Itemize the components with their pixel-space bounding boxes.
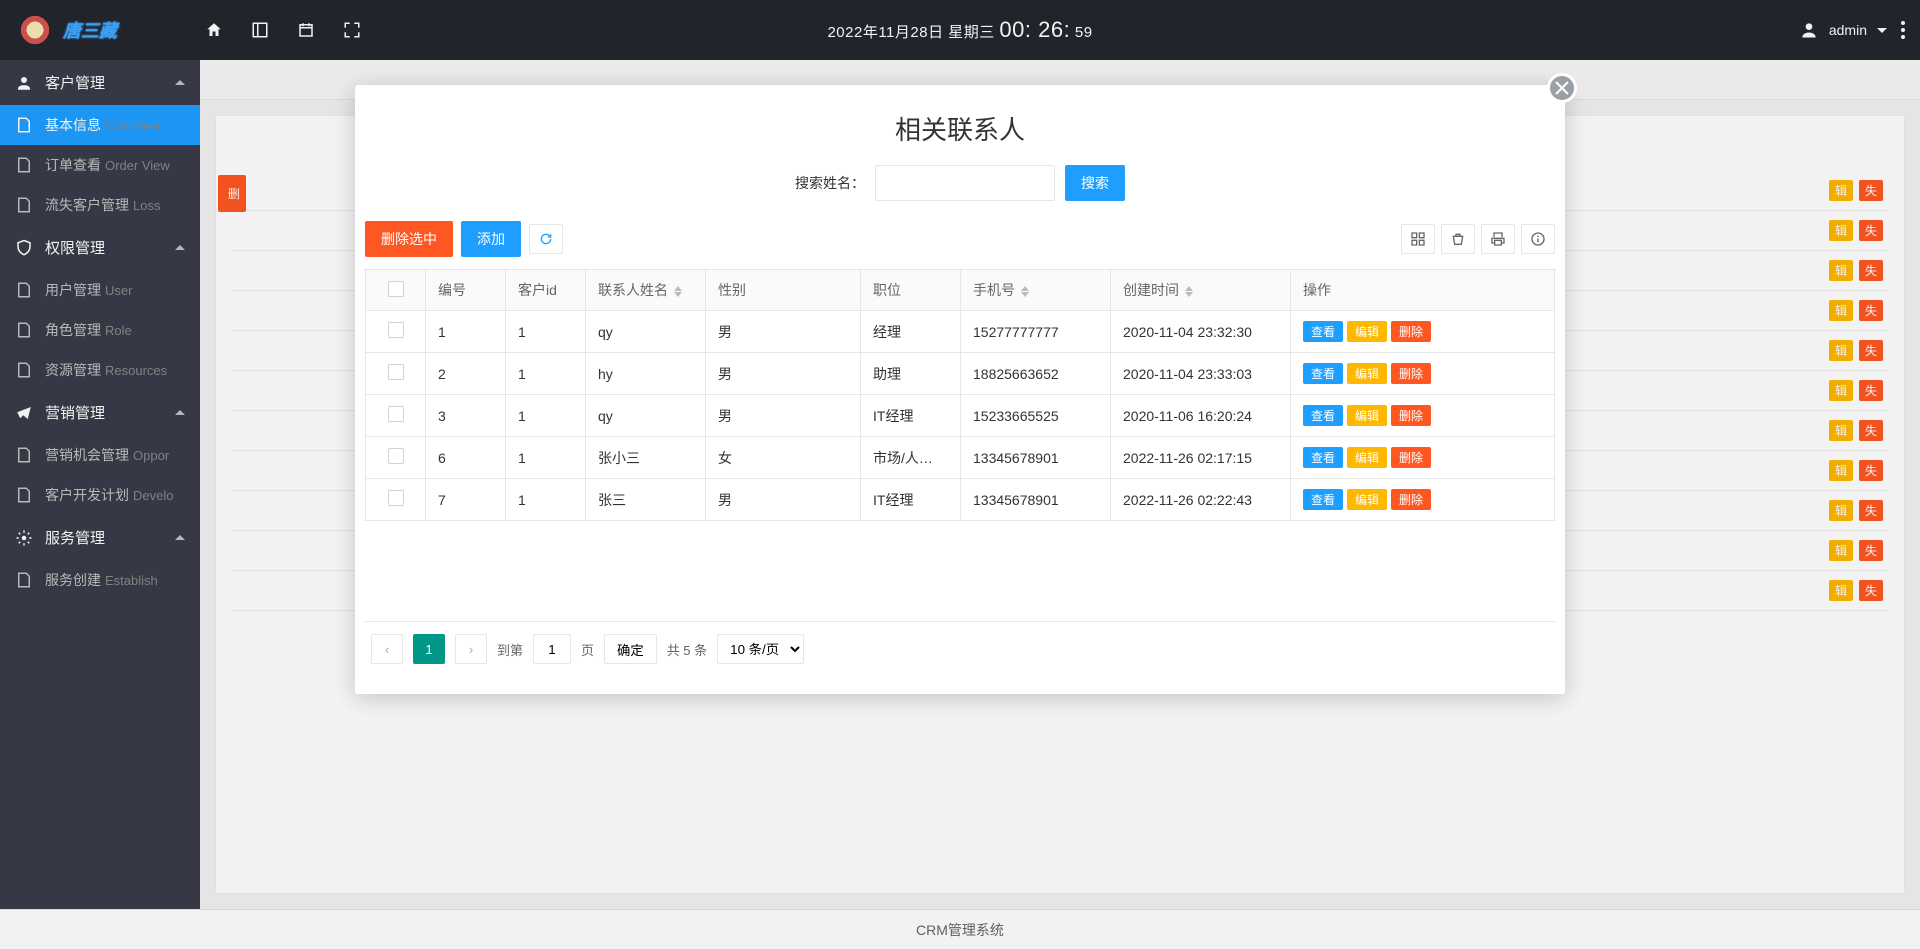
search-row: 搜索姓名： 搜索 <box>355 165 1565 201</box>
view-button[interactable]: 查看 <box>1303 363 1343 384</box>
prev-page-button[interactable]: ‹ <box>371 634 403 664</box>
edit-button[interactable]: 编辑 <box>1347 363 1387 384</box>
edit-button[interactable]: 编辑 <box>1347 405 1387 426</box>
delete-button[interactable]: 删除 <box>1391 489 1431 510</box>
col-创建时间[interactable]: 创建时间 <box>1111 270 1291 311</box>
row-checkbox[interactable] <box>388 322 404 338</box>
add-button[interactable]: 添加 <box>461 221 521 257</box>
search-button[interactable]: 搜索 <box>1065 165 1125 201</box>
table-row: 11qy男经理152777777772020-11-04 23:32:30查看编… <box>366 311 1555 353</box>
next-page-button[interactable]: › <box>455 634 487 664</box>
columns-icon <box>1410 231 1426 247</box>
delete-button[interactable]: 删除 <box>1391 363 1431 384</box>
refresh-button[interactable] <box>529 224 563 254</box>
col-编号: 编号 <box>426 270 506 311</box>
view-button[interactable]: 查看 <box>1303 321 1343 342</box>
page-input[interactable] <box>533 634 571 664</box>
search-label: 搜索姓名： <box>795 173 865 193</box>
info-icon <box>1530 231 1546 247</box>
row-checkbox[interactable] <box>388 364 404 380</box>
page-1-button[interactable]: 1 <box>413 634 445 664</box>
col-性别: 性别 <box>706 270 861 311</box>
print-button[interactable] <box>1481 224 1515 254</box>
table-row: 31qy男IT经理152336655252020-11-06 16:20:24查… <box>366 395 1555 437</box>
modal-title: 相关联系人 <box>355 85 1565 165</box>
view-button[interactable]: 查看 <box>1303 405 1343 426</box>
col-联系人姓名[interactable]: 联系人姓名 <box>586 270 706 311</box>
print-icon <box>1490 231 1506 247</box>
col-客户id: 客户id <box>506 270 586 311</box>
close-icon <box>1555 81 1569 95</box>
contacts-table: 编号客户id联系人姓名性别职位手机号创建时间操作 11qy男经理15277777… <box>365 269 1555 521</box>
table-row: 61张小三女市场/人…133456789012022-11-26 02:17:1… <box>366 437 1555 479</box>
select-all-checkbox[interactable] <box>388 281 404 297</box>
table-toolbar: 删除选中 添加 <box>355 221 1565 269</box>
refresh-icon <box>538 231 554 247</box>
edit-button[interactable]: 编辑 <box>1347 321 1387 342</box>
col-操作: 操作 <box>1291 270 1555 311</box>
sort-icon <box>1185 286 1193 297</box>
info-button[interactable] <box>1521 224 1555 254</box>
modal-close-button[interactable] <box>1547 73 1577 103</box>
total-label: 共 5 条 <box>667 640 707 659</box>
delete-button[interactable]: 删除 <box>1391 447 1431 468</box>
table-row: 21hy男助理188256636522020-11-04 23:33:03查看编… <box>366 353 1555 395</box>
page-confirm-button[interactable]: 确定 <box>604 634 657 664</box>
sort-icon <box>1021 286 1029 297</box>
delete-button[interactable]: 删除 <box>1391 405 1431 426</box>
contacts-modal: 相关联系人 搜索姓名： 搜索 删除选中 添加 编号客户id联系人姓名性别职位手机… <box>355 85 1565 694</box>
row-checkbox[interactable] <box>388 448 404 464</box>
delete-button[interactable]: 删除 <box>1391 321 1431 342</box>
col-职位: 职位 <box>861 270 961 311</box>
sort-icon <box>674 286 682 297</box>
export-icon <box>1450 231 1466 247</box>
table-row: 71张三男IT经理133456789012022-11-26 02:22:43查… <box>366 479 1555 521</box>
row-checkbox[interactable] <box>388 490 404 506</box>
view-button[interactable]: 查看 <box>1303 489 1343 510</box>
view-button[interactable]: 查看 <box>1303 447 1343 468</box>
export-button[interactable] <box>1441 224 1475 254</box>
page-size-select[interactable]: 10 条/页 <box>717 634 804 664</box>
to-page-label: 到第 <box>497 640 523 659</box>
edit-button[interactable]: 编辑 <box>1347 447 1387 468</box>
col-手机号[interactable]: 手机号 <box>961 270 1111 311</box>
search-input[interactable] <box>875 165 1055 201</box>
columns-button[interactable] <box>1401 224 1435 254</box>
edit-button[interactable]: 编辑 <box>1347 489 1387 510</box>
page-unit-label: 页 <box>581 640 594 659</box>
delete-selected-button[interactable]: 删除选中 <box>365 221 453 257</box>
row-checkbox[interactable] <box>388 406 404 422</box>
pagination: ‹ 1 › 到第 页 确定 共 5 条 10 条/页 <box>365 621 1555 676</box>
